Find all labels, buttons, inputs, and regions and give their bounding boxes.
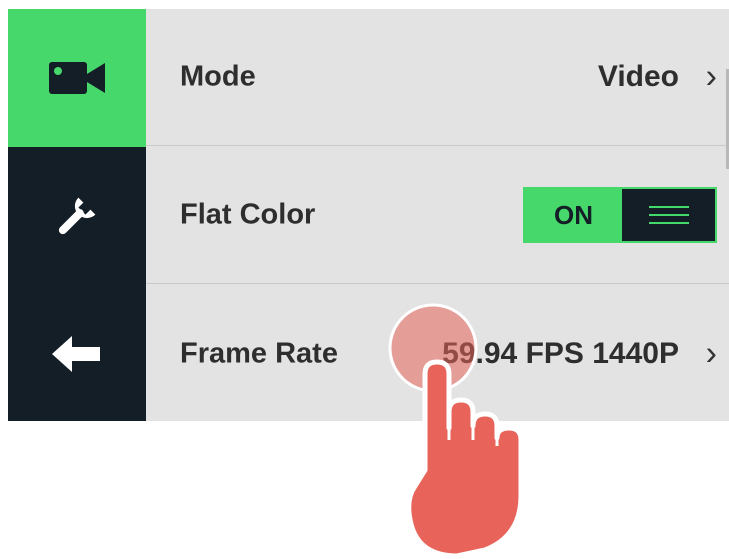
sidebar-item-back[interactable] — [8, 285, 146, 423]
toggle-on-label: ON — [525, 189, 622, 241]
toggle-handle — [622, 189, 715, 241]
sidebar — [8, 9, 146, 421]
mode-value: Video — [597, 60, 679, 93]
mode-label: Mode — [180, 60, 256, 93]
flat-color-toggle[interactable]: ON — [523, 187, 717, 243]
settings-panel: Mode Video › Flat Color ON Frame Rate 59… — [146, 9, 729, 421]
menu-lines-icon — [648, 206, 689, 224]
setting-row-frame-rate[interactable]: Frame Rate 59.94 FPS 1440P › — [146, 285, 729, 422]
chevron-right-icon: › — [705, 57, 717, 96]
sidebar-item-video[interactable] — [8, 9, 146, 147]
arrow-left-icon — [52, 336, 100, 372]
wrench-icon — [58, 197, 96, 235]
chevron-right-icon: › — [705, 334, 717, 372]
sidebar-item-settings[interactable] — [8, 147, 146, 285]
setting-row-mode[interactable]: Mode Video › — [146, 9, 729, 146]
flat-color-label: Flat Color — [180, 198, 316, 231]
video-camera-icon — [49, 62, 105, 94]
frame-rate-value: 59.94 FPS 1440P — [442, 336, 679, 370]
frame-rate-label: Frame Rate — [180, 337, 338, 369]
setting-row-flat-color: Flat Color ON — [146, 147, 729, 284]
